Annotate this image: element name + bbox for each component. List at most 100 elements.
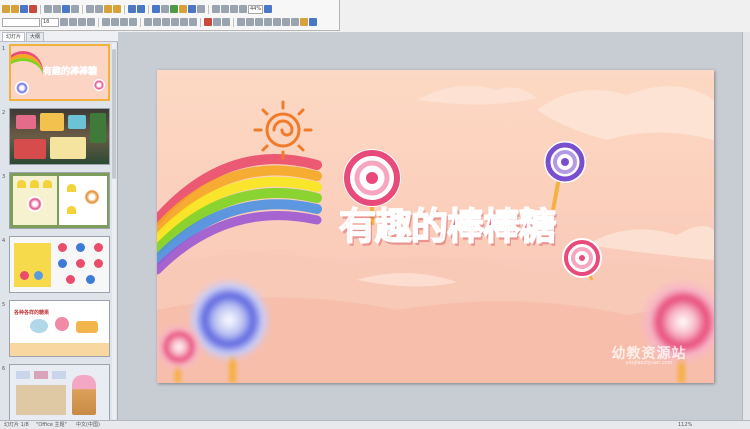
decrease-font-icon[interactable]: [171, 18, 179, 26]
align-right-icon[interactable]: [120, 18, 128, 26]
grid-icon[interactable]: [230, 5, 238, 13]
zoom-combo[interactable]: 44%: [248, 4, 264, 14]
star-icon: [58, 259, 67, 268]
toolbar-separator: [208, 4, 209, 14]
toolbar-separator: [233, 17, 234, 27]
hyperlink-icon[interactable]: [152, 5, 160, 13]
format-painter-icon[interactable]: [113, 5, 121, 13]
shadow-icon[interactable]: [87, 18, 95, 26]
line-color-icon[interactable]: [309, 18, 317, 26]
align-left-icon[interactable]: [102, 18, 110, 26]
new-file-icon[interactable]: [2, 5, 10, 13]
toolbar-separator: [140, 17, 141, 27]
thumbnail-panel: [13, 176, 57, 225]
slide-thumbnail-5[interactable]: 各种各样的糖果: [9, 300, 110, 357]
lollipop-image: [93, 79, 105, 91]
heart-icon: [67, 184, 76, 192]
permission-icon[interactable]: [29, 5, 37, 13]
paste-icon[interactable]: [104, 5, 112, 13]
lollipop-image: [15, 81, 29, 95]
bold-icon[interactable]: [60, 18, 68, 26]
wordart-icon[interactable]: [188, 5, 196, 13]
thumbnail-panel: [52, 371, 66, 379]
slide-number: 5: [2, 302, 6, 308]
slide-thumbnail-3[interactable]: [9, 172, 110, 229]
picture-icon[interactable]: [179, 5, 187, 13]
decrease-indent-icon[interactable]: [180, 18, 188, 26]
fill-color-icon[interactable]: [300, 18, 308, 26]
thumbnail-panel: [14, 243, 51, 287]
slide-thumbnail-4[interactable]: [9, 236, 110, 293]
new-slide-button-icon[interactable]: [222, 18, 230, 26]
spelling-icon[interactable]: [62, 5, 70, 13]
justify-icon[interactable]: [129, 18, 137, 26]
expand-all-icon[interactable]: [212, 5, 220, 13]
ice-cream-image: [72, 375, 96, 415]
undo-icon[interactable]: [128, 5, 136, 13]
font-size-combo[interactable]: 18: [41, 17, 59, 27]
redo-icon[interactable]: [137, 5, 145, 13]
help-icon[interactable]: [264, 5, 273, 13]
draw-icon[interactable]: [237, 18, 245, 26]
numbering-icon[interactable]: [144, 18, 152, 26]
cut-icon[interactable]: [86, 5, 94, 13]
show-formatting-icon[interactable]: [221, 5, 229, 13]
candy-image: [76, 321, 98, 333]
slide-thumbnail-pane: 幻灯片 大纲 1 有趣的棒棒糖 2 3 4 5 各种各样的糖果 6: [0, 32, 118, 421]
star-icon: [76, 243, 85, 252]
thumbnail-scrollbar[interactable]: [112, 43, 116, 419]
slide-number: 6: [2, 366, 6, 372]
vertical-scrollbar[interactable]: [742, 32, 750, 420]
candy-photo: [14, 139, 46, 159]
bullets-icon[interactable]: [153, 18, 161, 26]
slide-number: 4: [2, 238, 6, 244]
rectangle-icon[interactable]: [273, 18, 281, 26]
slide-thumbnail-2[interactable]: [9, 108, 110, 165]
font-name-combo[interactable]: [2, 17, 40, 27]
new-slide-icon[interactable]: [197, 5, 205, 13]
chart-icon[interactable]: [170, 5, 178, 13]
thumbnail-title: 各种各样的糖果: [14, 310, 50, 316]
print-preview-icon[interactable]: [53, 5, 61, 13]
underline-icon[interactable]: [78, 18, 86, 26]
heart-icon: [94, 243, 103, 252]
slide-thumbnail-1[interactable]: 有趣的棒棒糖: [9, 44, 110, 101]
open-folder-icon[interactable]: [11, 5, 19, 13]
research-icon[interactable]: [71, 5, 79, 13]
design-icon[interactable]: [213, 18, 221, 26]
candy-band: [10, 343, 109, 356]
slide-title[interactable]: 有趣的棒棒糖: [312, 196, 582, 250]
table-icon[interactable]: [161, 5, 169, 13]
oval-icon[interactable]: [282, 18, 290, 26]
star-icon: [86, 275, 95, 284]
save-icon[interactable]: [20, 5, 28, 13]
candy-image: [55, 317, 69, 331]
arrow-icon[interactable]: [264, 18, 272, 26]
toolbar-separator: [98, 17, 99, 27]
toolbar-separator: [200, 17, 201, 27]
color-grayscale-icon[interactable]: [239, 5, 247, 13]
print-icon[interactable]: [44, 5, 52, 13]
line-icon[interactable]: [255, 18, 263, 26]
toolbar-separator: [82, 4, 83, 14]
slide-canvas[interactable]: 有趣的棒棒糖 幼教资源站 youjiaoziyuan.com: [157, 70, 714, 383]
thumbnail-scrollbar-knob[interactable]: [112, 49, 116, 179]
textbox-icon[interactable]: [291, 18, 299, 26]
theme-name: "Office 主题": [36, 422, 67, 428]
autoshapes-icon[interactable]: [246, 18, 254, 26]
candy-icon: [34, 271, 43, 280]
font-color-icon[interactable]: [204, 18, 212, 26]
tab-slides[interactable]: 幻灯片: [2, 32, 26, 41]
zoom-level[interactable]: 112%: [678, 421, 692, 429]
slide-number: 3: [2, 174, 6, 180]
tab-outline[interactable]: 大纲: [26, 32, 45, 41]
language-indicator: 中文(中国): [76, 422, 100, 428]
slide-thumbnail-6[interactable]: [9, 364, 110, 421]
copy-icon[interactable]: [95, 5, 103, 13]
italic-icon[interactable]: [69, 18, 77, 26]
align-center-icon[interactable]: [111, 18, 119, 26]
slide-number: 2: [2, 110, 6, 116]
heart-icon: [94, 259, 103, 268]
increase-font-icon[interactable]: [162, 18, 170, 26]
increase-indent-icon[interactable]: [189, 18, 197, 26]
